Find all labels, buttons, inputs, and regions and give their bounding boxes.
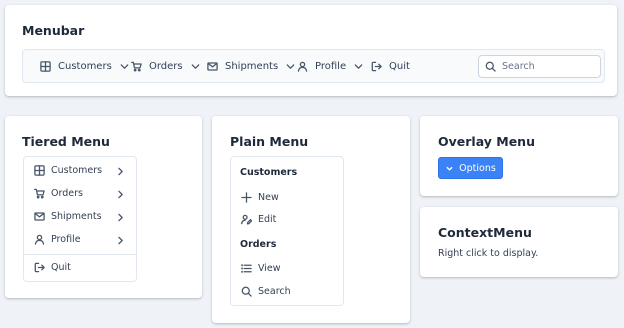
context-menu-card[interactable]: ContextMenu Right click to display. xyxy=(420,207,618,277)
menubar-item-label: Customers xyxy=(58,60,112,72)
menubar-item-shipments[interactable]: Shipments xyxy=(206,50,297,82)
envelope-icon xyxy=(33,210,46,223)
plain-item-view[interactable]: View xyxy=(231,257,343,279)
chevron-down-icon xyxy=(118,60,131,73)
search-icon xyxy=(240,285,253,298)
tiered-menu: Customers Orders Shipments Profile Quit xyxy=(23,156,137,282)
chevron-right-icon xyxy=(114,234,127,247)
overlay-menu-title: Overlay Menu xyxy=(438,134,535,149)
cart-icon xyxy=(130,60,143,73)
table-icon xyxy=(39,60,52,73)
tiered-item-customers[interactable]: Customers xyxy=(24,159,136,181)
options-button[interactable]: Options xyxy=(438,157,503,179)
menubar-item-label: Profile xyxy=(315,60,347,72)
menubar-item-orders[interactable]: Orders xyxy=(130,50,202,82)
tiered-item-label: Quit xyxy=(51,261,71,273)
overlay-menu-card: Overlay Menu Options xyxy=(420,116,618,196)
envelope-icon xyxy=(206,60,219,73)
plain-item-search[interactable]: Search xyxy=(231,280,343,302)
plain-item-label: New xyxy=(258,191,279,203)
tiered-item-shipments[interactable]: Shipments xyxy=(24,205,136,227)
plain-menu-title: Plain Menu xyxy=(230,134,309,149)
plain-group-orders: Orders xyxy=(240,239,277,250)
menubar: Customers Orders Shipments Profile Quit xyxy=(22,49,605,83)
tiered-menu-card: Tiered Menu Customers Orders Shipments P… xyxy=(5,116,202,298)
table-icon xyxy=(33,164,46,177)
search-icon xyxy=(484,60,497,73)
chevron-down-icon xyxy=(445,164,454,173)
context-menu-hint: Right click to display. xyxy=(438,248,539,259)
context-menu-title: ContextMenu xyxy=(438,225,532,240)
plus-icon xyxy=(240,191,253,204)
menubar-card: Menubar Customers Orders Shipments Profi… xyxy=(5,5,617,96)
cart-icon xyxy=(33,187,46,200)
menubar-item-label: Shipments xyxy=(225,60,279,72)
menubar-item-label: Orders xyxy=(149,60,183,72)
chevron-down-icon xyxy=(189,60,202,73)
plain-group-customers: Customers xyxy=(240,167,298,178)
tiered-item-quit[interactable]: Quit xyxy=(24,256,136,278)
menubar-item-customers[interactable]: Customers xyxy=(39,50,131,82)
user-icon xyxy=(33,233,46,246)
user-icon xyxy=(296,60,309,73)
tiered-item-orders[interactable]: Orders xyxy=(24,182,136,204)
plain-menu: Customers New Edit Orders View Search xyxy=(230,156,344,306)
menubar-item-label: Quit xyxy=(389,60,410,72)
menubar-item-quit[interactable]: Quit xyxy=(370,50,410,82)
user-edit-icon xyxy=(240,213,253,226)
plain-item-label: Edit xyxy=(258,213,277,225)
list-icon xyxy=(240,262,253,275)
options-button-label: Options xyxy=(459,162,496,174)
sign-out-icon xyxy=(370,60,383,73)
menubar-title: Menubar xyxy=(22,23,85,38)
plain-item-label: View xyxy=(258,262,281,274)
plain-menu-card: Plain Menu Customers New Edit Orders Vie… xyxy=(212,116,410,323)
tiered-item-label: Shipments xyxy=(51,210,102,222)
plain-item-new[interactable]: New xyxy=(231,186,343,208)
search-input[interactable] xyxy=(502,61,597,72)
chevron-right-icon xyxy=(114,188,127,201)
plain-item-edit[interactable]: Edit xyxy=(231,208,343,230)
sign-out-icon xyxy=(33,261,46,274)
menubar-item-profile[interactable]: Profile xyxy=(296,50,365,82)
plain-item-label: Search xyxy=(258,285,291,297)
tiered-item-label: Profile xyxy=(51,233,81,245)
tiered-item-profile[interactable]: Profile xyxy=(24,228,136,250)
search-field[interactable] xyxy=(478,55,601,78)
tiered-menu-title: Tiered Menu xyxy=(22,134,110,149)
chevron-right-icon xyxy=(114,165,127,178)
chevron-down-icon xyxy=(352,60,365,73)
tiered-item-label: Customers xyxy=(51,164,103,176)
tiered-separator xyxy=(24,254,136,255)
chevron-right-icon xyxy=(114,211,127,224)
tiered-item-label: Orders xyxy=(51,187,83,199)
